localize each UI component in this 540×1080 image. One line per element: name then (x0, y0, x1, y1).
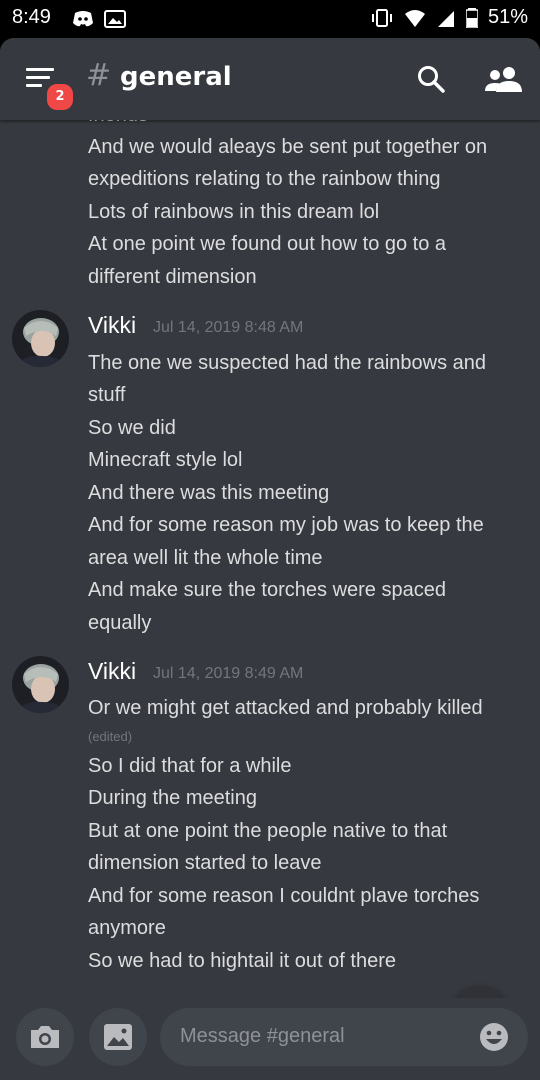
message-line: stuff (88, 384, 126, 406)
gallery-button[interactable] (89, 1008, 147, 1066)
battery-icon (465, 7, 478, 28)
unread-badge: 2 (44, 81, 76, 113)
emoji-icon[interactable] (478, 1021, 510, 1053)
message-input-placeholder: Message #general (180, 1025, 345, 1047)
image-icon (104, 1024, 132, 1050)
status-right: 51% (370, 6, 528, 29)
chevron-down-icon (450, 986, 510, 998)
photo-notification-icon (104, 10, 126, 28)
message-line: And there was this meeting (88, 482, 330, 504)
message-line: Minecraft style lol (88, 449, 243, 471)
message-line: friends (88, 120, 148, 127)
signal-icon (437, 10, 454, 27)
message-line: But at one point the people native to th… (88, 820, 448, 842)
avatar[interactable] (12, 656, 69, 713)
message-line: And for some reason my job was to keep t… (88, 514, 484, 536)
message-list[interactable]: friends And we would aleays be sent put … (0, 120, 540, 998)
message-line: The one we suspected had the rainbows an… (88, 352, 487, 374)
message-line: area well lit the whole time (88, 547, 323, 569)
jump-to-present-button[interactable] (450, 986, 510, 998)
message-input[interactable]: Message #general (160, 1008, 528, 1066)
status-bar: 8:49 51% (0, 0, 540, 38)
message-line: So we had to hightail it out of there (88, 950, 396, 972)
message-line: different dimension (88, 266, 257, 288)
avatar-image (12, 656, 69, 713)
hamburger-menu-icon (26, 68, 54, 71)
discord-notification-icon (73, 11, 93, 27)
message-author[interactable]: Vikki (88, 312, 136, 339)
edited-label: (edited) (88, 729, 133, 744)
wifi-icon (404, 9, 425, 27)
message-line: And for some reason I couldnt plave torc… (88, 885, 480, 907)
message-line: During the meeting (88, 787, 257, 809)
message-timestamp: Jul 14, 2019 8:48 AM (153, 319, 304, 336)
message-line: Lots of rainbows in this dream lol (88, 201, 380, 223)
message-author[interactable]: Vikki (88, 658, 136, 685)
message-timestamp: Jul 14, 2019 8:49 AM (153, 665, 304, 682)
channel-header: 2 # general (0, 38, 540, 120)
camera-icon (31, 1026, 59, 1048)
vibrate-icon (371, 8, 392, 27)
message-line: Or we might get attacked and probably ki… (88, 697, 483, 719)
notification-icons (72, 9, 126, 29)
composer-bar: Message #general (0, 998, 540, 1080)
avatar-image (12, 310, 69, 367)
avatar[interactable] (12, 310, 69, 367)
battery-percent: 51% (487, 6, 528, 28)
discord-app: 2 # general friends And we would aleays … (0, 38, 540, 1080)
message-line: anymore (88, 917, 166, 939)
message-line: And we would aleays be sent put together… (88, 136, 488, 158)
search-icon[interactable] (416, 64, 446, 94)
message-line: And make sure the torches were spaced (88, 579, 446, 601)
message-line: At one point we found out how to go to a (88, 233, 447, 255)
members-icon[interactable] (484, 64, 524, 94)
message-line: expeditions relating to the rainbow thin… (88, 168, 441, 190)
channel-hash-icon: # (86, 58, 112, 93)
message-line: equally (88, 612, 152, 634)
status-time: 8:49 (12, 6, 51, 28)
camera-button[interactable] (16, 1008, 74, 1066)
message-line: So we did (88, 417, 176, 439)
hamburger-menu-bar (26, 76, 50, 79)
message-line: So I did that for a while (88, 755, 292, 777)
hamburger-menu-bar (26, 84, 42, 87)
channel-title: general (120, 62, 232, 92)
message-line: dimension started to leave (88, 852, 322, 874)
